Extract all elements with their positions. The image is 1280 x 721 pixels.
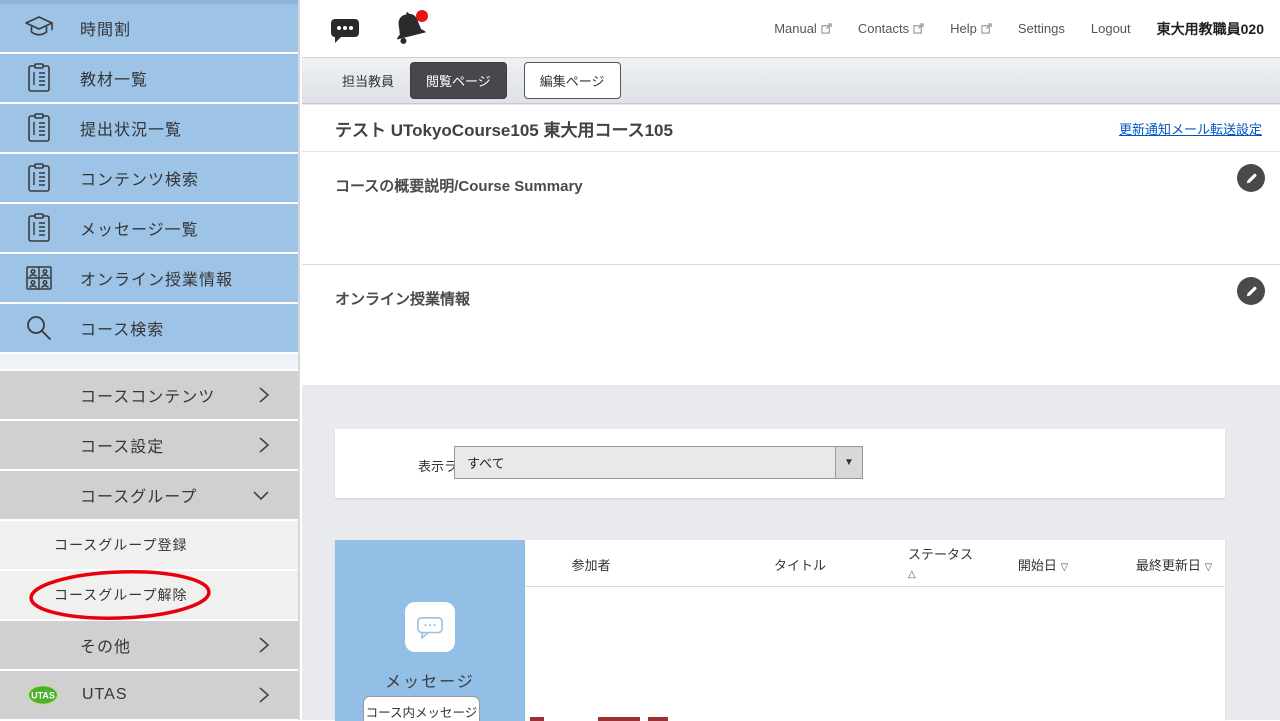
- dropdown-arrow-icon[interactable]: ▼: [835, 447, 862, 478]
- message-table-card: メッセージ コース内メッセージ 参加者 タイトル ステータス △ 開始日 ▽ 最…: [335, 540, 1225, 721]
- sidebar-item-label: 提出状況一覧: [80, 116, 182, 140]
- sidebar-item-timetable[interactable]: 時間割: [0, 4, 298, 52]
- sort-desc-icon: ▽: [1204, 562, 1212, 573]
- chevron-down-icon: [252, 489, 270, 501]
- notification-dot: [416, 10, 428, 22]
- course-title-row: テスト UTokyoCourse105 東大用コース105 更新通知メール転送設…: [302, 105, 1280, 152]
- sidebar: 時間割 教材一覧 提出状況一覧: [0, 0, 300, 720]
- column-header-status[interactable]: ステータス △: [908, 546, 973, 581]
- logout-link[interactable]: Logout: [1091, 21, 1131, 36]
- help-link[interactable]: Help: [950, 21, 992, 36]
- table-header-row: 参加者 タイトル ステータス △ 開始日 ▽ 最終更新日 ▽: [525, 540, 1225, 587]
- username: 東大用教職員020: [1157, 19, 1264, 39]
- clipped-row-fragment: [598, 717, 640, 721]
- utas-logo: UTAS: [26, 683, 60, 707]
- chat-bubble-icon: [405, 602, 455, 652]
- column-header-last-updated[interactable]: 最終更新日 ▽: [1136, 555, 1212, 574]
- column-header-title: タイトル: [774, 555, 826, 574]
- course-summary-section: コースの概要説明/Course Summary: [302, 152, 1280, 265]
- tab-edit-page[interactable]: 編集ページ: [524, 62, 621, 99]
- people-grid-icon: [22, 265, 56, 291]
- sidebar-item-course-group[interactable]: コースグループ: [0, 471, 298, 519]
- notification-bell-icon[interactable]: [390, 8, 432, 53]
- edit-online-class-button[interactable]: [1237, 277, 1265, 305]
- label-filter-dropdown[interactable]: すべて ▼: [454, 446, 863, 479]
- sidebar-item-label: オンライン授業情報: [80, 266, 233, 290]
- role-label: 担当教員: [342, 71, 394, 90]
- sidebar-item-label: コースグループ解除: [54, 585, 187, 605]
- column-header-participants: 参加者: [571, 555, 610, 574]
- sidebar-item-submissions[interactable]: 提出状況一覧: [0, 104, 298, 152]
- sort-desc-icon: ▽: [1060, 562, 1068, 573]
- clipboard-icon: [22, 63, 56, 93]
- manual-link[interactable]: Manual: [774, 21, 832, 36]
- main-content: Manual Contacts Help Se: [302, 0, 1280, 720]
- sidebar-item-others[interactable]: その他: [0, 621, 298, 669]
- sidebar-item-message-list[interactable]: メッセージ一覧: [0, 204, 298, 252]
- course-message-button[interactable]: コース内メッセージ: [363, 696, 480, 721]
- sidebar-item-label: コースグループ登録: [54, 535, 187, 555]
- sidebar-divider: [0, 354, 298, 369]
- clipped-row-fragment: [530, 717, 544, 721]
- search-icon: [22, 313, 56, 343]
- clipboard-icon: [22, 113, 56, 143]
- sidebar-item-label: コース設定: [80, 433, 164, 457]
- clipboard-icon: [22, 213, 56, 243]
- update-mail-settings-link[interactable]: 更新通知メール転送設定: [1119, 119, 1262, 138]
- dropdown-selected-value: すべて: [467, 453, 505, 472]
- tab-view-page[interactable]: 閲覧ページ: [410, 62, 507, 99]
- sidebar-item-content-search[interactable]: コンテンツ検索: [0, 154, 298, 202]
- contacts-link[interactable]: Contacts: [858, 21, 924, 36]
- sidebar-item-label: 教材一覧: [80, 66, 148, 90]
- sidebar-item-course-group-remove[interactable]: コースグループ解除: [0, 571, 298, 619]
- chevron-right-icon: [258, 436, 270, 454]
- sidebar-item-utas[interactable]: UTAS UTAS: [0, 671, 298, 719]
- course-panel: テスト UTokyoCourse105 東大用コース105 更新通知メール転送設…: [302, 105, 1280, 385]
- sidebar-item-label: UTAS: [82, 686, 127, 704]
- chevron-right-icon: [258, 386, 270, 404]
- online-class-section: オンライン授業情報: [302, 265, 1280, 384]
- message-category-panel: メッセージ コース内メッセージ: [335, 540, 525, 721]
- sidebar-item-label: コースコンテンツ: [80, 383, 215, 407]
- sidebar-item-label: その他: [80, 633, 131, 657]
- external-link-icon: [981, 23, 992, 34]
- sidebar-item-label: メッセージ一覧: [80, 216, 199, 240]
- pencil-icon: [1244, 284, 1259, 299]
- sidebar-item-course-search[interactable]: コース検索: [0, 304, 298, 352]
- sidebar-item-course-group-register[interactable]: コースグループ登録: [0, 521, 298, 569]
- sidebar-item-label: コンテンツ検索: [80, 166, 199, 190]
- chevron-right-icon: [258, 636, 270, 654]
- label-filter-card: 表示ラベル すべて ▼: [335, 429, 1225, 498]
- sidebar-item-label: コース検索: [80, 316, 164, 340]
- page-title: テスト UTokyoCourse105 東大用コース105: [335, 116, 673, 141]
- panel-title: メッセージ: [335, 668, 525, 692]
- section-title: コースの概要説明/Course Summary: [335, 175, 583, 196]
- external-link-icon: [821, 23, 832, 34]
- sidebar-item-label: コースグループ: [80, 483, 197, 507]
- sidebar-item-online-class[interactable]: オンライン授業情報: [0, 254, 298, 302]
- clipped-row-fragment: [648, 717, 668, 721]
- sort-asc-icon: △: [908, 569, 916, 580]
- sidebar-item-course-settings[interactable]: コース設定: [0, 421, 298, 469]
- svg-text:UTAS: UTAS: [31, 691, 55, 701]
- sidebar-item-materials[interactable]: 教材一覧: [0, 54, 298, 102]
- clipboard-icon: [22, 163, 56, 193]
- page-tab-bar: 担当教員 閲覧ページ 編集ページ: [302, 57, 1280, 104]
- graduation-cap-icon: [22, 14, 56, 42]
- header-links: Manual Contacts Help Se: [774, 0, 1264, 57]
- message-bubble-icon[interactable]: [330, 17, 360, 49]
- pencil-icon: [1244, 171, 1259, 186]
- sidebar-item-course-contents[interactable]: コースコンテンツ: [0, 371, 298, 419]
- external-link-icon: [913, 23, 924, 34]
- column-header-start-date[interactable]: 開始日 ▽: [1018, 555, 1068, 574]
- sidebar-item-label: 時間割: [80, 16, 131, 40]
- section-title: オンライン授業情報: [335, 288, 470, 309]
- edit-summary-button[interactable]: [1237, 164, 1265, 192]
- chevron-right-icon: [258, 686, 270, 704]
- top-bar: Manual Contacts Help Se: [302, 0, 1280, 57]
- settings-link[interactable]: Settings: [1018, 21, 1065, 36]
